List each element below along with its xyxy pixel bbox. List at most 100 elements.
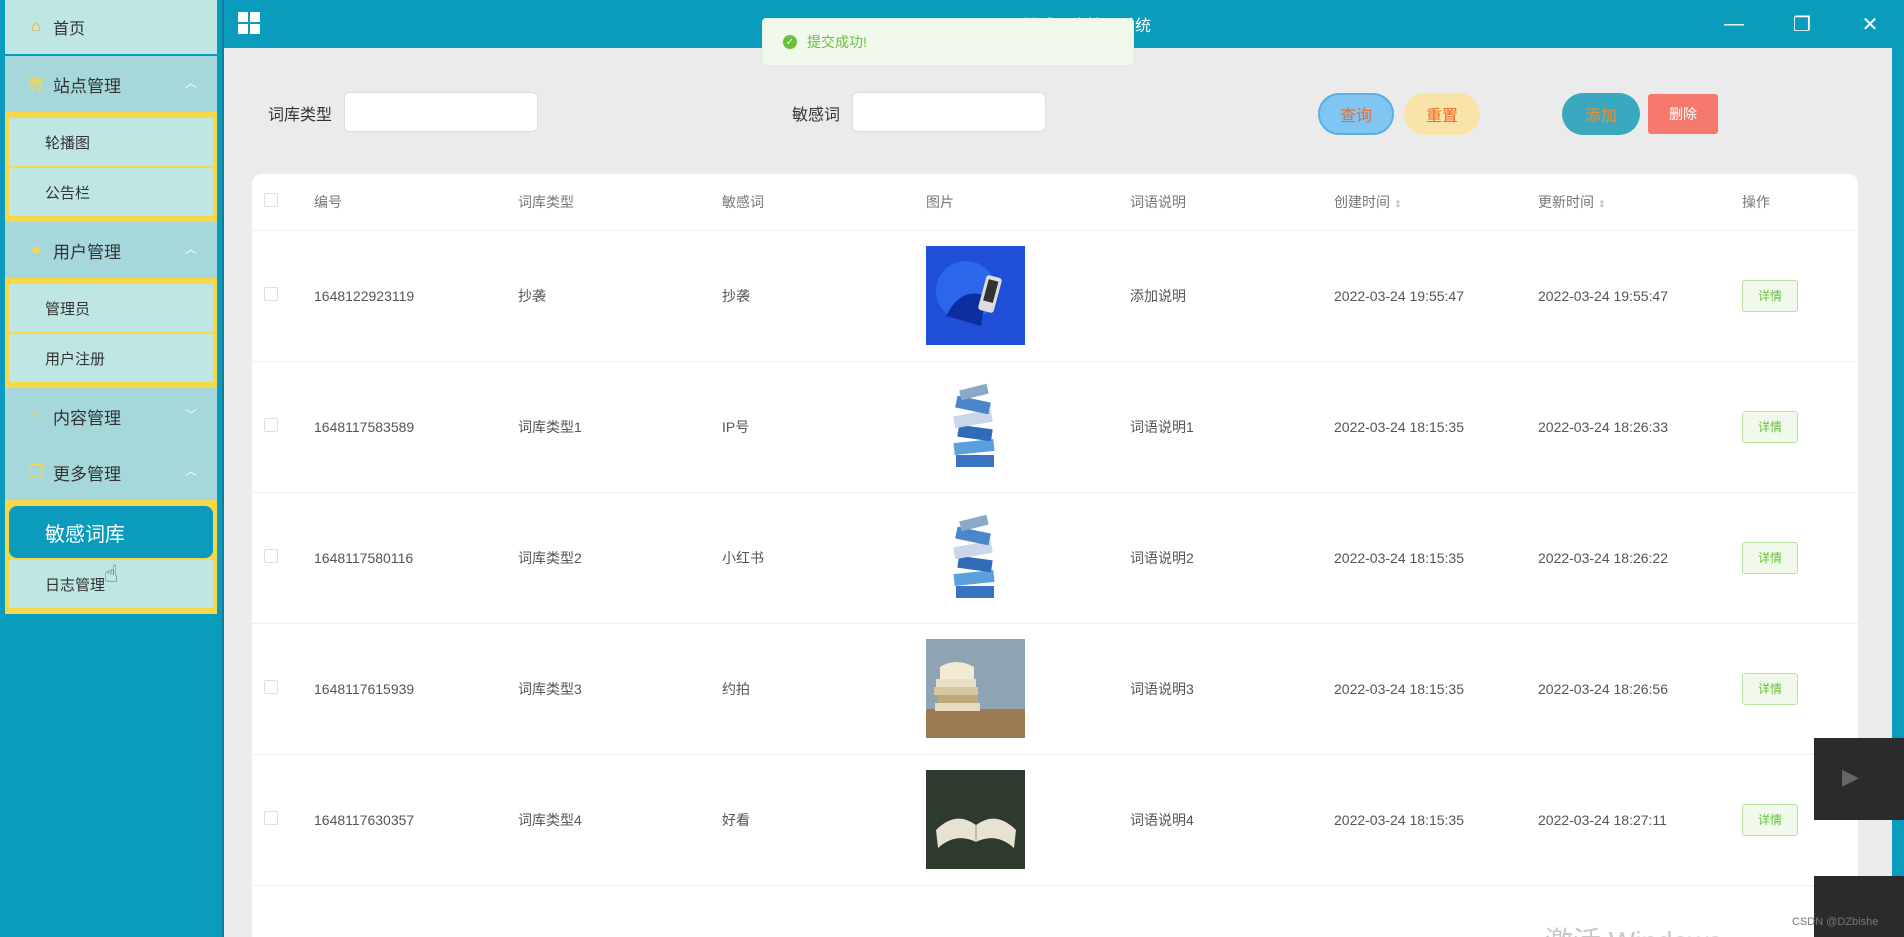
sidebar-group-label: 内容管理 xyxy=(53,408,121,428)
cell-desc: 添加说明 xyxy=(1130,230,1334,362)
cell-updated: 2022-03-24 18:26:56 xyxy=(1538,623,1742,755)
detail-button[interactable]: 详情 xyxy=(1742,803,1798,836)
detail-button[interactable]: 详情 xyxy=(1742,279,1798,312)
sidebar-item-sensitive-words[interactable]: 敏感词库 xyxy=(9,506,213,558)
cell-image xyxy=(926,492,1130,624)
header-created-label: 创建时间 xyxy=(1334,193,1390,210)
sidebar-group-user[interactable]: ● 用户管理 ︿ xyxy=(5,222,217,278)
header-created[interactable]: 创建时间 ⇕ xyxy=(1334,174,1538,231)
row-checkbox[interactable] xyxy=(264,418,278,432)
header-id: 编号 xyxy=(314,174,518,231)
sidebar-group-more[interactable]: ❐ 更多管理 ︿ xyxy=(5,444,217,500)
header-updated-label: 更新时间 xyxy=(1538,193,1594,210)
sidebar-item-carousel[interactable]: 轮播图 xyxy=(9,118,213,166)
toast-message: 提交成功! xyxy=(807,34,867,50)
cell-word: 好看 xyxy=(722,754,926,886)
cell-updated: 2022-03-24 18:26:33 xyxy=(1538,361,1742,493)
cell-image xyxy=(926,623,1130,755)
row-checkbox[interactable] xyxy=(264,287,278,301)
user-icon: ● xyxy=(30,240,42,259)
cell-type: 抄袭 xyxy=(518,230,722,362)
cell-created: 2022-03-24 18:15:35 xyxy=(1334,361,1538,493)
header-desc: 词语说明 xyxy=(1130,174,1334,231)
sidebar: ⌂ 首页 🛒︎ 站点管理 ︿ 轮播图 公告栏 ● 用户管理 ︿ 管理员 用户注册… xyxy=(0,0,224,937)
sort-icon[interactable]: ⇕ xyxy=(1394,199,1402,209)
cell-id: 1648117583589 xyxy=(314,361,518,493)
cell-updated: 2022-03-24 18:27:11 xyxy=(1538,754,1742,886)
reset-button[interactable]: 重置 xyxy=(1404,93,1480,135)
table-header-row: 编号 词库类型 敏感词 图片 词语说明 创建时间 ⇕ 更新时间 ⇕ 操作 xyxy=(252,174,1858,231)
cell-image xyxy=(926,361,1130,493)
cell-created: 2022-03-24 18:15:35 xyxy=(1334,623,1538,755)
cell-updated: 2022-03-24 19:55:47 xyxy=(1538,230,1742,362)
header-word: 敏感词 xyxy=(722,174,926,231)
detail-button[interactable]: 详情 xyxy=(1742,672,1798,705)
header-action: 操作 xyxy=(1742,174,1858,231)
home-icon: ⌂ xyxy=(31,18,41,35)
sidebar-item-label: 敏感词库 xyxy=(45,523,125,546)
chevron-down-icon: ﹀ xyxy=(184,408,197,422)
sidebar-item-home[interactable]: ⌂ 首页 xyxy=(5,0,217,54)
cell-updated: 2022-03-24 18:26:22 xyxy=(1538,492,1742,624)
word-label: 敏感词 xyxy=(792,107,841,124)
sidebar-submenu-user: 管理员 用户注册 xyxy=(5,278,217,388)
sidebar-item-register[interactable]: 用户注册 xyxy=(9,334,213,382)
minimize-icon[interactable]: — xyxy=(1700,0,1768,48)
table-row: 1648122923119 抄袭 抄袭 添加说明 2022-03-24 19:55:47… xyxy=(252,230,1858,362)
cell-type: 词库类型1 xyxy=(518,361,722,493)
delete-button[interactable]: 删除 xyxy=(1648,94,1718,134)
header-type: 词库类型 xyxy=(518,174,722,231)
cell-id: 1648122923119 xyxy=(314,230,518,362)
copy-icon: ❐ xyxy=(28,462,44,481)
credit-text: CSDN @DZbishe xyxy=(1792,916,1879,928)
restore-icon[interactable]: ❐ xyxy=(1768,0,1836,48)
table-row: 1648117615939 词库类型3 约拍 词语说明3 2022-03-24 18:1… xyxy=(252,623,1858,755)
query-button[interactable]: 查询 xyxy=(1318,93,1394,135)
cell-word: 抄袭 xyxy=(722,230,926,362)
row-checkbox[interactable] xyxy=(264,811,278,825)
sidebar-item-label: 管理员 xyxy=(45,300,91,318)
video-player-overlay[interactable]: ▶ xyxy=(1814,738,1904,820)
type-label: 词库类型 xyxy=(268,107,333,124)
sidebar-submenu-site: 轮播图 公告栏 xyxy=(5,112,217,222)
sidebar-group-label: 站点管理 xyxy=(53,76,121,96)
cell-id: 1648117615939 xyxy=(314,623,518,755)
detail-button[interactable]: 详情 xyxy=(1742,541,1798,574)
cell-type: 词库类型2 xyxy=(518,492,722,624)
play-icon[interactable]: ▶ xyxy=(1842,764,1859,790)
cell-word: IP号 xyxy=(722,361,926,493)
cell-created: 2022-03-24 18:15:35 xyxy=(1334,492,1538,624)
check-circle-icon: ✓ xyxy=(783,35,797,49)
sidebar-item-notice[interactable]: 公告栏 xyxy=(9,168,213,216)
sidebar-item-label: 轮播图 xyxy=(45,134,91,152)
chevron-up-icon: ︿ xyxy=(184,76,197,90)
sidebar-group-label: 用户管理 xyxy=(53,242,121,262)
detail-button[interactable]: 详情 xyxy=(1742,410,1798,443)
header-updated[interactable]: 更新时间 ⇕ xyxy=(1538,174,1742,231)
search-bar: 词库类型 敏感词 查询 重置 添加 删除 xyxy=(224,48,1892,168)
chevron-up-icon: ︿ xyxy=(184,464,197,478)
cell-desc: 词语说明2 xyxy=(1130,492,1334,624)
window-controls: — ❐ ✕ xyxy=(1700,0,1904,48)
chevron-up-icon: ︿ xyxy=(184,242,197,256)
close-icon[interactable]: ✕ xyxy=(1836,0,1904,48)
add-button[interactable]: 添加 xyxy=(1562,93,1640,135)
sidebar-group-site[interactable]: 🛒︎ 站点管理 ︿ xyxy=(5,56,217,112)
type-input[interactable] xyxy=(344,92,538,132)
sidebar-home-label: 首页 xyxy=(53,21,86,38)
sidebar-item-admin[interactable]: 管理员 xyxy=(9,284,213,332)
main-content: 词库类型 敏感词 查询 重置 添加 删除 编号 词库类型 敏感词 图片 词语说明… xyxy=(224,48,1892,937)
cell-id: 1648117580116 xyxy=(314,492,518,624)
cell-word: 小红书 xyxy=(722,492,926,624)
word-input[interactable] xyxy=(852,92,1046,132)
cell-created: 2022-03-24 18:15:35 xyxy=(1334,754,1538,886)
sidebar-group-content[interactable]: ◌ 内容管理 ﹀ xyxy=(5,388,217,444)
cell-type: 词库类型3 xyxy=(518,623,722,755)
row-checkbox[interactable] xyxy=(264,680,278,694)
table-row: 1648117583589 词库类型1 IP号 词语说明1 2022-03-24 18:… xyxy=(252,361,1858,493)
select-all-checkbox[interactable] xyxy=(264,193,278,208)
row-checkbox[interactable] xyxy=(264,549,278,563)
sort-icon[interactable]: ⇕ xyxy=(1598,199,1606,209)
table-row: 1648117630357 词库类型4 好看 词语说明4 2022-03-24 18:1… xyxy=(252,754,1858,886)
cell-desc: 词语说明1 xyxy=(1130,361,1334,493)
